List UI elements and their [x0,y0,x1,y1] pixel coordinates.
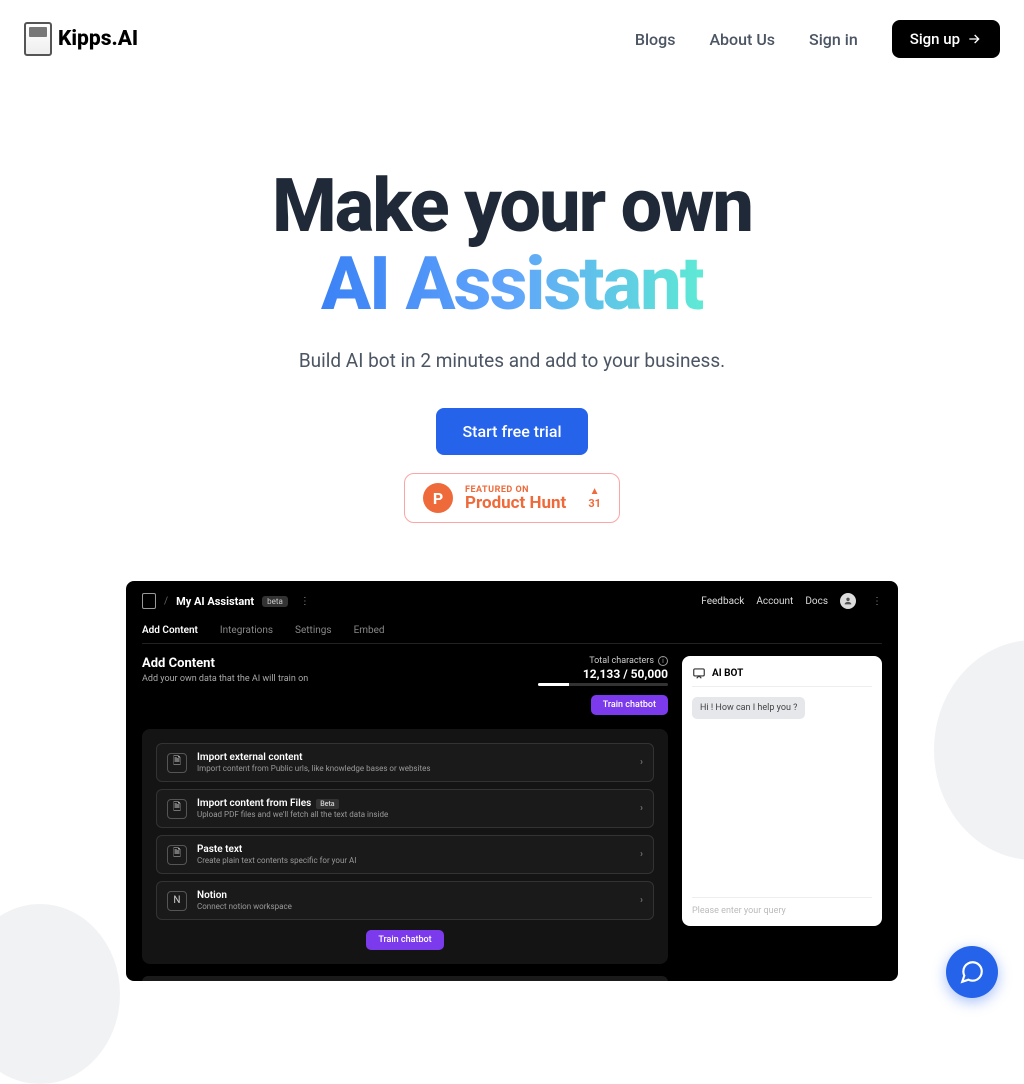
notion-icon: N [167,891,187,911]
user-icon [843,596,853,606]
nav-docs[interactable]: Docs [805,596,828,607]
demo-tabs: Add Content Integrations Settings Embed [142,625,882,644]
arrow-right-icon [966,31,982,47]
chevron-right-icon: › [640,757,643,768]
upvote-icon: ▲ [590,486,600,497]
stats-label: Total characters i [538,656,668,666]
tab-integrations[interactable]: Integrations [220,625,273,636]
tab-settings[interactable]: Settings [295,625,332,636]
ph-votes: ▲ 31 [588,486,601,510]
header: Kipps.AI Blogs About Us Sign in Sign up [0,0,1024,78]
file-icon: 🗎 [167,753,187,773]
signup-button[interactable]: Sign up [892,20,1000,58]
train-chatbot-button[interactable]: Train chatbot [591,695,668,715]
nav-account[interactable]: Account [756,596,793,607]
option-import-files[interactable]: 🗎 Import content from FilesBeta Upload P… [156,789,654,828]
product-hunt-text: FEATURED ON Product Hunt [465,485,566,512]
option-paste-text[interactable]: 🗎 Paste text Create plain text contents … [156,835,654,874]
avatar[interactable] [840,593,856,609]
chevron-right-icon: › [640,803,643,814]
hero-line2: AI Assistant [321,241,703,328]
option-notion[interactable]: N Notion Connect notion workspace › [156,881,654,920]
text-icon: 🗎 [167,845,187,865]
nav-blogs[interactable]: Blogs [635,30,676,49]
chat-title: AI BOT [712,668,743,679]
chat-icon [692,666,706,680]
settings-icon[interactable]: ⋮ [872,596,882,607]
product-hunt-icon: P [423,483,453,513]
product-screenshot: / My AI Assistant beta ⋮ Feedback Accoun… [126,581,898,981]
tab-add-content[interactable]: Add Content [142,625,198,636]
hero-heading: Make your own AI Assistant [20,168,1004,323]
breadcrumb-separator: / [164,596,168,607]
tab-embed[interactable]: Embed [354,625,385,636]
chat-preview: AI BOT Hi ! How can I help you ? Please … [682,656,882,926]
demo-topbar: / My AI Assistant beta ⋮ Feedback Accoun… [142,593,882,609]
beta-badge: Beta [316,799,338,809]
nav-feedback[interactable]: Feedback [701,596,744,607]
demo-main: Add Content Add your own data that the A… [142,656,668,981]
brand-name: Kipps.AI [58,27,138,51]
onboarding-card: Book a onboarding call with us We will g… [142,976,668,981]
stats-value: 12,133 / 50,000 [538,667,668,681]
section-sub: Add your own data that the AI will train… [142,674,308,684]
chat-greeting: Hi ! How can I help you ? [692,697,805,719]
train-chatbot-button-2[interactable]: Train chatbot [366,930,443,950]
more-icon[interactable]: ⋮ [300,596,310,607]
info-icon[interactable]: i [658,656,668,666]
assistant-name: My AI Assistant [176,595,254,608]
start-trial-button[interactable]: Start free trial [436,408,587,455]
ph-name: Product Hunt [465,495,566,512]
chevron-right-icon: › [640,895,643,906]
top-nav: Blogs About Us Sign in Sign up [635,20,1000,58]
book-icon [142,593,156,609]
hero: Make your own AI Assistant Build AI bot … [0,78,1024,543]
logo[interactable]: Kipps.AI [24,22,138,56]
option-import-external[interactable]: 🗎 Import external content Import content… [156,743,654,782]
decoration-blob [934,640,1024,860]
section-heading: Add Content [142,656,308,671]
decoration-blob [0,904,120,1084]
product-hunt-badge[interactable]: P FEATURED ON Product Hunt ▲ 31 [404,473,620,523]
hero-line1: Make your own [272,163,752,250]
nav-signin[interactable]: Sign in [809,30,858,49]
chat-fab[interactable] [946,946,998,998]
nav-about[interactable]: About Us [709,30,775,49]
ph-vote-count: 31 [588,497,601,510]
beta-badge: beta [262,596,288,607]
hero-subtitle: Build AI bot in 2 minutes and add to you… [20,349,1004,372]
progress-bar [538,683,668,686]
chevron-right-icon: › [640,849,643,860]
logo-icon [24,22,52,56]
chat-bubble-icon [959,959,985,985]
file-icon: 🗎 [167,799,187,819]
chat-input[interactable]: Please enter your query [692,897,872,916]
signup-label: Sign up [910,30,960,48]
